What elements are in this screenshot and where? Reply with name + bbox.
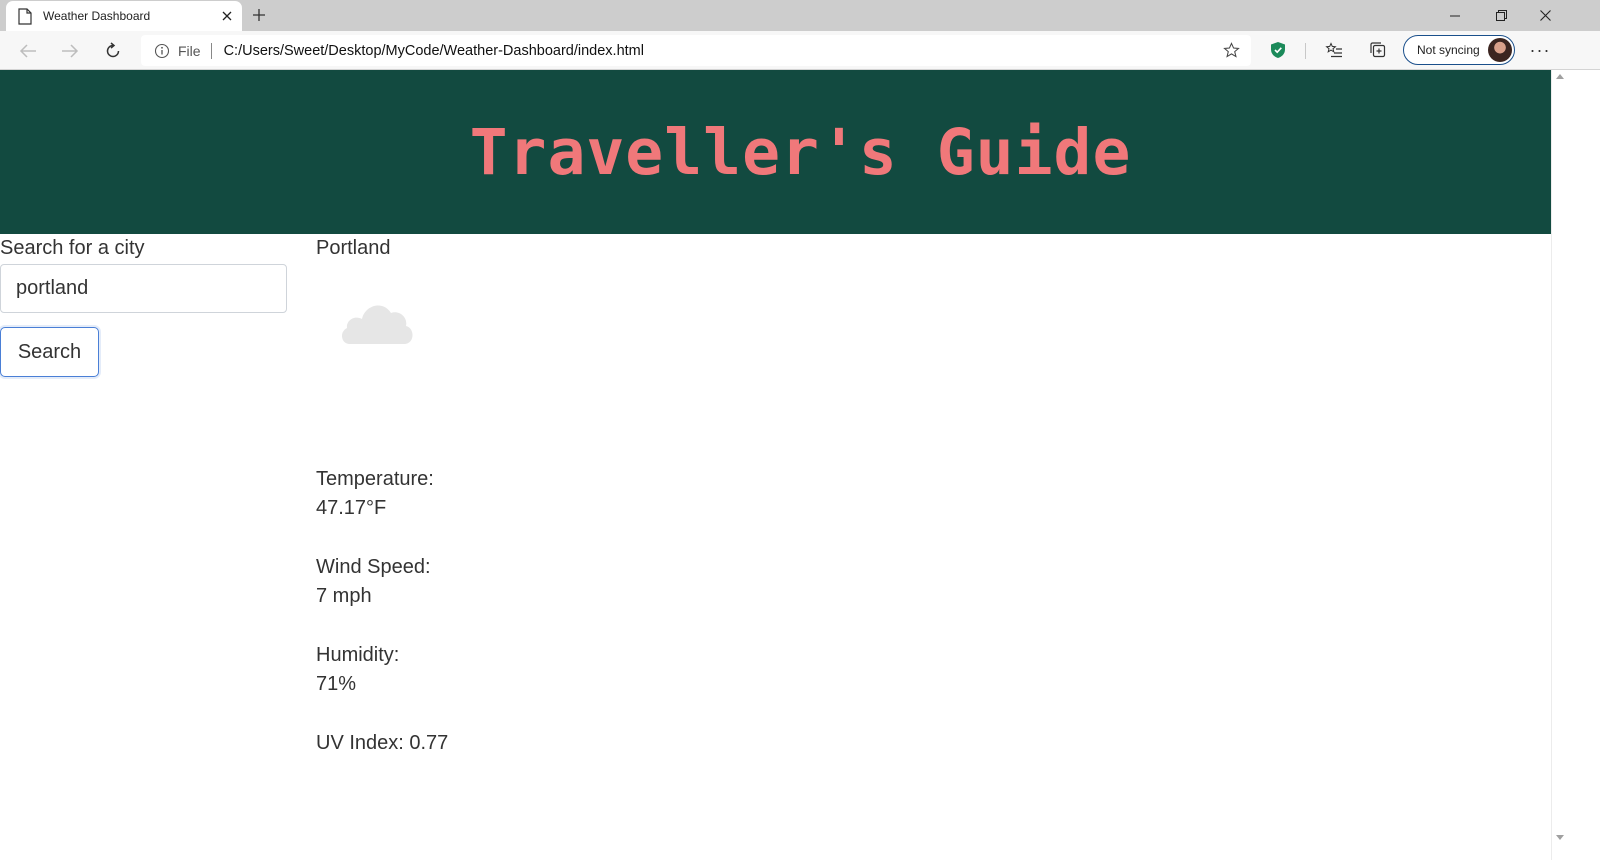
address-separator <box>210 42 212 59</box>
favorite-star-icon[interactable] <box>1221 41 1241 61</box>
search-label: Search for a city <box>0 237 145 259</box>
uv-index: UV Index: 0.77 <box>316 732 449 754</box>
scroll-up-icon[interactable] <box>1556 74 1564 79</box>
restore-icon[interactable] <box>1478 0 1524 31</box>
profile-button[interactable]: Not syncing <box>1403 35 1515 65</box>
refresh-icon[interactable] <box>98 36 128 66</box>
wind-speed-value: 7 mph <box>316 585 372 607</box>
forward-arrow-icon[interactable] <box>55 36 85 66</box>
minimize-icon[interactable] <box>1432 0 1478 31</box>
avatar <box>1488 38 1512 62</box>
city-name: Portland <box>316 237 391 259</box>
info-icon[interactable] <box>154 43 170 59</box>
scroll-down-icon[interactable] <box>1556 835 1564 840</box>
back-arrow-icon[interactable] <box>13 36 43 66</box>
file-scheme-label: File <box>178 42 201 59</box>
toolbar-divider <box>1305 43 1306 59</box>
humidity-label: Humidity: <box>316 644 400 666</box>
url-text[interactable]: C:/Users/Sweet/Desktop/MyCode/Weather-Da… <box>224 43 1221 59</box>
page-icon <box>18 7 32 25</box>
wind-speed-label: Wind Speed: <box>316 556 431 578</box>
favorites-icon[interactable] <box>1323 39 1345 61</box>
temperature-label: Temperature: <box>316 468 434 490</box>
close-window-icon[interactable] <box>1522 0 1568 31</box>
tab-title: Weather Dashboard <box>43 9 151 23</box>
shield-extension-icon[interactable] <box>1267 39 1289 61</box>
window-edge <box>1568 70 1600 860</box>
cloud-icon <box>341 305 413 344</box>
close-tab-icon[interactable] <box>212 1 242 31</box>
page-viewport: Traveller's Guide Search for a city Sear… <box>0 70 1551 860</box>
page-title: Traveller's Guide <box>469 115 1132 189</box>
tab-strip: Weather Dashboard <box>0 0 1600 31</box>
temperature-value: 47.17°F <box>316 497 387 519</box>
more-options-icon[interactable]: ··· <box>1528 39 1552 61</box>
city-search-input[interactable] <box>0 264 287 313</box>
vertical-scrollbar[interactable] <box>1551 70 1568 860</box>
browser-tab[interactable]: Weather Dashboard <box>6 1 242 31</box>
collections-icon[interactable] <box>1367 39 1389 61</box>
address-bar[interactable]: File C:/Users/Sweet/Desktop/MyCode/Weath… <box>141 35 1251 66</box>
browser-toolbar: File C:/Users/Sweet/Desktop/MyCode/Weath… <box>0 31 1600 70</box>
site-header: Traveller's Guide <box>0 70 1551 234</box>
new-tab-icon[interactable] <box>247 3 271 27</box>
search-button[interactable]: Search <box>0 327 99 377</box>
sync-status-label: Not syncing <box>1417 43 1480 57</box>
humidity-value: 71% <box>316 673 357 695</box>
